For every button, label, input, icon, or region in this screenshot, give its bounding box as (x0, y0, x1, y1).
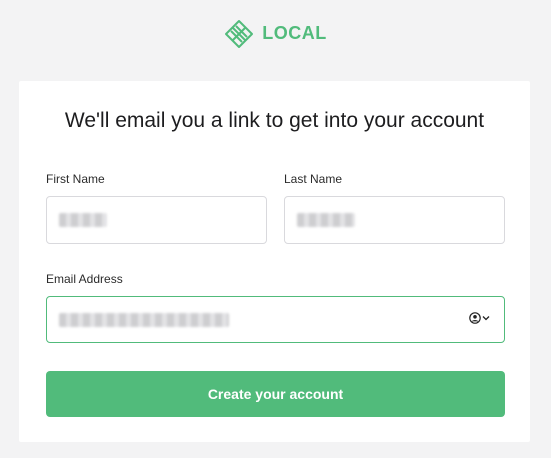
chevron-down-icon (482, 316, 490, 321)
card-title: We'll email you a link to get into your … (64, 109, 485, 132)
email-label: Email Address (46, 272, 123, 286)
create-account-button[interactable]: Create your account (46, 371, 505, 417)
first-name-label: First Name (46, 172, 105, 186)
first-name-input[interactable] (46, 196, 267, 244)
last-name-input[interactable] (284, 196, 505, 244)
contact-autofill-icon (469, 312, 481, 324)
app-header: LOCAL (0, 0, 551, 70)
last-name-redacted-value (297, 213, 355, 227)
logo-text: LOCAL (262, 23, 327, 43)
local-logo: LOCAL (224, 19, 327, 49)
local-logo-icon (225, 19, 254, 48)
signup-card: We'll email you a link to get into your … (19, 81, 530, 442)
email-input[interactable] (46, 296, 505, 343)
last-name-label: Last Name (284, 172, 343, 186)
contact-autofill-button[interactable] (469, 312, 490, 324)
first-name-redacted-value (59, 213, 107, 227)
email-redacted-value (59, 313, 229, 327)
